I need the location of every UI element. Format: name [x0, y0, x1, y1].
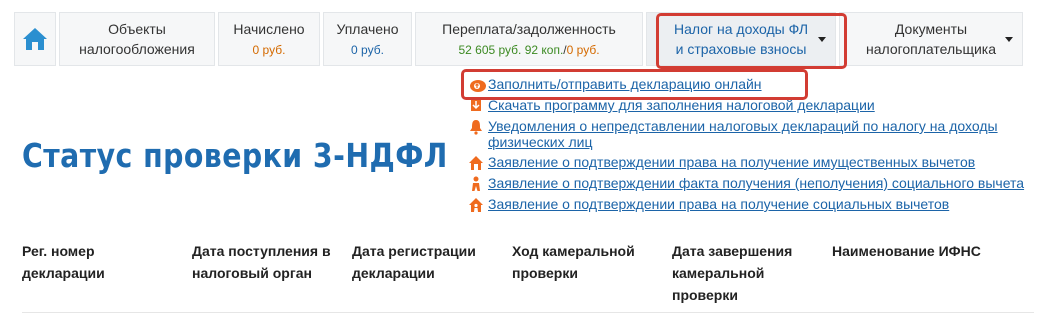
overpayment-value: 52 605 руб. 92 коп. [458, 43, 564, 57]
menu-item-social-deduction-right: Заявление о подтверждении права на получ… [468, 196, 1038, 213]
tab-overpayment-debt[interactable]: Переплата/задолженность 52 605 руб. 92 к… [415, 12, 643, 66]
house-person-icon [469, 198, 483, 212]
tab-personal-income-tax-line1: Налог на доходы ФЛ [673, 21, 809, 37]
tab-tax-objects[interactable]: Объекты налогообложения [59, 12, 215, 66]
table-header: Рег. номер декларации Дата поступления в… [22, 240, 1034, 304]
column-header-registration-date: Дата регистрации декларации [352, 243, 476, 281]
tab-accrued-value: 0 руб. [252, 43, 286, 57]
tab-personal-income-tax[interactable]: Налог на доходы ФЛ и страховые взносы [646, 12, 836, 66]
tab-paid-value: 0 руб. [351, 43, 384, 57]
fill-declaration-link[interactable]: Заполнить/отправить декларацию онлайн [488, 76, 762, 92]
bell-icon [470, 120, 482, 135]
tab-paid[interactable]: Уплачено 0 руб. [323, 12, 412, 66]
column-header-audit-end-date: Дата завершения камеральной проверки [672, 243, 793, 303]
person-icon [472, 176, 480, 191]
tab-overpayment-label: Переплата/задолженность [442, 21, 616, 37]
house-icon [23, 28, 47, 50]
tab-overpayment-values: 52 605 руб. 92 коп./0 руб. [458, 41, 599, 59]
download-program-link[interactable]: Скачать программу для заполнения налогов… [488, 97, 875, 113]
house-icon [469, 156, 483, 170]
column-header-audit-progress: Ход камеральной проверки [512, 243, 635, 281]
menu-item-social-deduction-fact: Заявление о подтверждении факта получени… [468, 175, 1038, 192]
tab-documents-line1: Документы [894, 21, 968, 37]
dropdown-menu: Заполнить/отправить декларацию онлайн Ск… [468, 76, 1038, 217]
tab-documents-line2: налогоплательщика [865, 41, 997, 57]
cloud-upload-icon [470, 80, 486, 92]
notifications-link[interactable]: Уведомления о непредставлении налоговых … [488, 118, 1038, 150]
tab-accrued[interactable]: Начислено 0 руб. [218, 12, 320, 66]
home-button[interactable] [14, 12, 56, 66]
social-deduction-fact-link[interactable]: Заявление о подтверждении факта получени… [488, 175, 1024, 191]
column-header-receipt-date: Дата поступления в налоговый орган [192, 243, 331, 281]
column-header-reg-number: Рег. номер декларации [22, 243, 105, 281]
tab-taxpayer-documents[interactable]: Документы налогоплательщика [839, 12, 1023, 66]
menu-item-property-deduction: Заявление о подтверждении права на получ… [468, 154, 1038, 171]
tab-paid-label: Уплачено [336, 21, 399, 37]
chevron-down-icon [818, 37, 826, 42]
divider [22, 312, 1034, 313]
menu-item-download-program: Скачать программу для заполнения налогов… [468, 97, 1038, 114]
social-deduction-right-link[interactable]: Заявление о подтверждении права на получ… [488, 196, 949, 212]
tab-accrued-label: Начислено [233, 21, 305, 37]
chevron-down-icon [1005, 37, 1013, 42]
column-header-ifns-name: Наименование ИФНС [832, 243, 981, 259]
page-title: Статус проверки 3-НДФЛ [22, 136, 448, 175]
tab-personal-income-tax-line2: и страховые взносы [675, 41, 807, 57]
top-navigation: Объекты налогообложения Начислено 0 руб.… [14, 12, 1034, 66]
download-icon [471, 99, 481, 111]
tab-tax-objects-line2: налогообложения [79, 41, 195, 57]
debt-value: 0 руб. [566, 43, 600, 57]
menu-item-fill-declaration: Заполнить/отправить декларацию онлайн [468, 76, 1038, 93]
tab-tax-objects-line1: Объекты [108, 21, 166, 37]
menu-item-notifications: Уведомления о непредставлении налоговых … [468, 118, 1038, 150]
property-deduction-link[interactable]: Заявление о подтверждении права на получ… [488, 154, 975, 170]
